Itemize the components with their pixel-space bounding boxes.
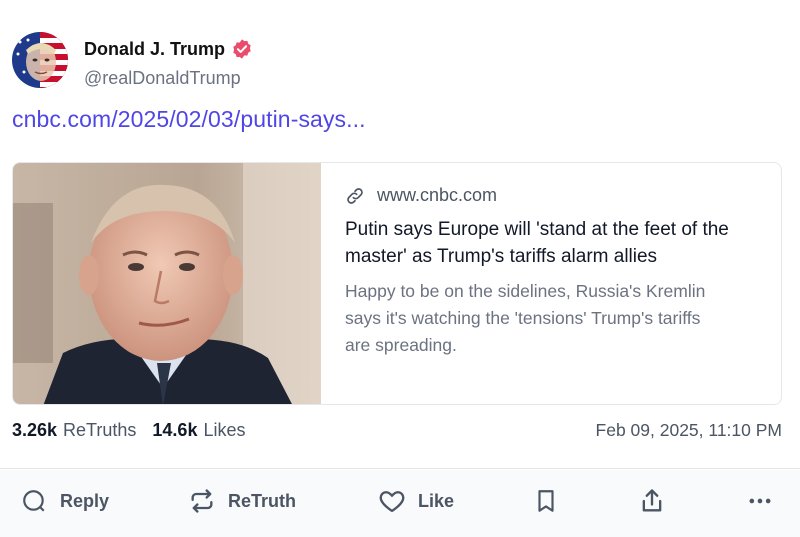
author-names: Donald J. Trump @realDonaldTrump	[84, 38, 253, 89]
card-description: Happy to be on the sidelines, Russia's K…	[345, 281, 706, 355]
link-preview-card[interactable]: www.cnbc.com Putin says Europe will 'sta…	[12, 162, 782, 405]
share-icon	[638, 487, 666, 515]
avatar[interactable]	[12, 32, 68, 88]
retruths-count[interactable]: 3.26k	[12, 420, 57, 441]
handle[interactable]: @realDonaldTrump	[84, 68, 253, 89]
display-name-row: Donald J. Trump	[84, 38, 253, 60]
bookmark-icon	[532, 487, 560, 515]
retruths-label[interactable]: ReTruths	[63, 420, 136, 441]
likes-count[interactable]: 14.6k	[152, 420, 197, 441]
share-button[interactable]	[638, 484, 666, 518]
retruth-icon	[188, 487, 216, 515]
more-icon	[746, 487, 774, 515]
post-link[interactable]: cnbc.com/2025/02/03/putin-says...	[12, 106, 366, 133]
reply-icon	[20, 487, 48, 515]
card-domain-row: www.cnbc.com	[345, 185, 757, 206]
verified-badge-icon	[231, 38, 253, 60]
likes-label[interactable]: Likes	[203, 420, 245, 441]
card-body: www.cnbc.com Putin says Europe will 'sta…	[321, 163, 781, 404]
timestamp[interactable]: Feb 09, 2025, 11:10 PM	[596, 420, 782, 441]
heart-icon	[378, 487, 406, 515]
post-header: Donald J. Trump @realDonaldTrump	[12, 32, 253, 89]
card-title: Putin says Europe will 'stand at the fee…	[345, 219, 729, 267]
link-icon	[345, 186, 365, 206]
retruth-button[interactable]: ReTruth	[188, 484, 296, 518]
reply-label: Reply	[60, 490, 110, 511]
action-bar: Reply ReTruth Like	[0, 470, 800, 537]
retruth-label: ReTruth	[228, 490, 297, 511]
display-name[interactable]: Donald J. Trump	[84, 39, 225, 60]
post-stats: 3.26k ReTruths 14.6k Likes Feb 09, 2025,…	[12, 420, 782, 441]
more-options-button[interactable]	[746, 484, 774, 518]
like-label: Like	[418, 490, 455, 511]
card-domain: www.cnbc.com	[377, 185, 498, 205]
card-thumbnail	[13, 163, 321, 404]
reply-button[interactable]: Reply	[20, 484, 109, 518]
bookmark-button[interactable]	[532, 484, 560, 518]
divider	[0, 468, 800, 469]
like-button[interactable]: Like	[378, 484, 454, 518]
